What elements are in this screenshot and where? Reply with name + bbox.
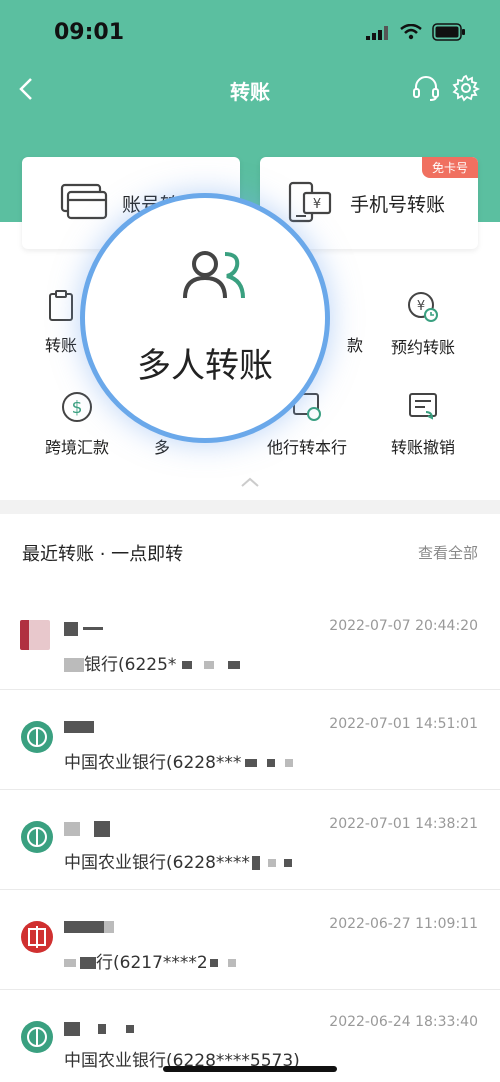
svg-text:¥: ¥	[313, 197, 321, 212]
abc-bank-icon	[21, 1021, 53, 1053]
wifi-icon	[400, 24, 422, 40]
magnifier-overlay: 多人转账	[80, 193, 330, 443]
bank-logo-icon	[20, 620, 50, 650]
payee-name	[64, 716, 94, 735]
recent-row[interactable]: 2022-07-01 14:38:21 中国农业银行(6228****	[0, 790, 500, 890]
nav-bar: 转账	[0, 68, 500, 112]
transfer-time: 2022-07-07 20:44:20	[329, 618, 478, 634]
battery-icon	[432, 23, 465, 41]
home-indicator	[163, 1066, 337, 1072]
grid-item-revoke[interactable]: 转账撤销	[368, 390, 478, 458]
phone-yen-icon: ¥	[288, 181, 332, 223]
card-icon	[60, 183, 108, 220]
payee-name	[64, 818, 110, 837]
no-card-badge: 免卡号	[421, 157, 478, 178]
recent-row[interactable]: 2022-06-27 11:09:11 行(6217****2	[0, 890, 500, 990]
payee-name	[64, 1018, 134, 1037]
abc-bank-icon	[21, 721, 53, 753]
yen-clock-icon: ¥	[408, 292, 438, 322]
gear-icon[interactable]	[452, 74, 480, 102]
transfer-time: 2022-06-27 11:09:11	[329, 916, 478, 932]
payee-name	[64, 916, 114, 935]
card-label: 手机号转账	[350, 194, 446, 216]
citic-bank-icon	[21, 921, 53, 953]
status-bar: 09:01	[0, 18, 500, 48]
transfer-time: 2022-06-24 18:33:40	[329, 1014, 478, 1030]
account-info: 中国农业银行(6228****	[64, 848, 292, 873]
transfer-time: 2022-07-01 14:38:21	[329, 816, 478, 832]
clipboard-icon	[49, 290, 73, 321]
headset-icon[interactable]	[412, 74, 440, 102]
transfer-time: 2022-07-01 14:51:01	[329, 716, 478, 732]
recent-row[interactable]: 2022-07-01 14:51:01 中国农业银行(6228***	[0, 690, 500, 790]
dollar-icon: $	[62, 392, 92, 422]
svg-text:¥: ¥	[417, 299, 425, 314]
account-info: 银行(6225*	[64, 650, 241, 675]
multi-person-transfer-label: 多人转账	[137, 346, 273, 386]
multi-person-icon	[183, 251, 245, 299]
revoke-icon	[409, 393, 437, 420]
recent-row[interactable]: 2022-07-07 20:44:20 银行(6225*	[0, 590, 500, 690]
account-info: 行(6217****2	[64, 948, 236, 973]
payee-name	[64, 618, 104, 637]
grid-item-scheduled-transfer[interactable]: ¥ 预约转账	[368, 290, 478, 358]
signal-icon	[366, 26, 388, 40]
abc-bank-icon	[21, 821, 53, 853]
svg-text:$: $	[72, 398, 83, 418]
view-all-link[interactable]: 查看全部	[418, 542, 478, 563]
chevron-up-icon[interactable]	[240, 476, 260, 488]
section-divider	[0, 500, 500, 514]
status-time: 09:01	[54, 20, 125, 45]
recent-transfers-title: 最近转账 · 一点即转	[22, 544, 184, 565]
account-info: 中国农业银行(6228***	[64, 748, 294, 773]
